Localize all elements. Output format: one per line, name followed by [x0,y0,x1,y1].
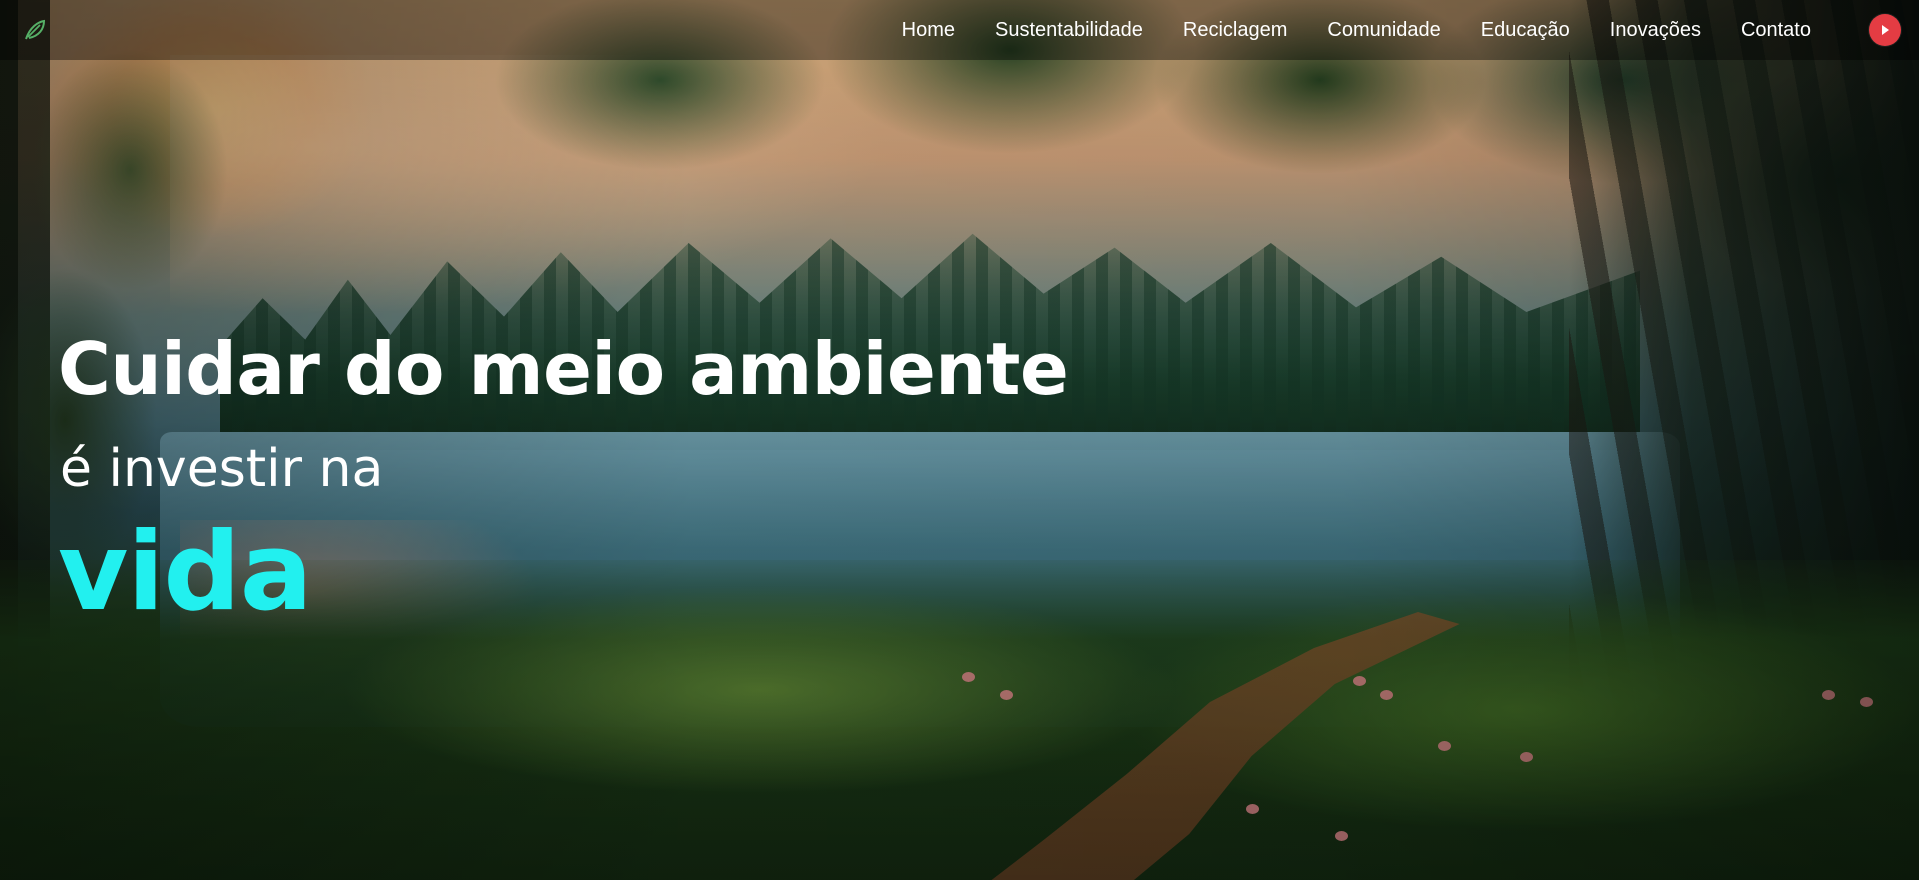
hero-title-line-2: é investir na [60,439,384,499]
play-icon [1882,25,1889,35]
nav-inovacoes[interactable]: Inovações [1610,19,1701,42]
nav-sustentabilidade[interactable]: Sustentabilidade [995,19,1143,42]
nav-home[interactable]: Home [902,19,955,42]
hero-title-accent: vida [58,510,313,635]
leaf-icon[interactable] [20,15,50,45]
hero-headline: Cuidar do meio ambiente é investir na vi… [58,327,1069,635]
nav-educacao[interactable]: Educação [1481,19,1570,42]
top-navbar: Home Sustentabilidade Reciclagem Comunid… [0,0,1919,60]
nav-comunidade[interactable]: Comunidade [1327,19,1440,42]
nav-contato[interactable]: Contato [1741,19,1811,42]
hero-section: Home Sustentabilidade Reciclagem Comunid… [0,0,1919,880]
nav-reciclagem[interactable]: Reciclagem [1183,19,1287,42]
hero-title-line-1: Cuidar do meio ambiente [58,327,1069,411]
play-button[interactable] [1869,14,1901,46]
main-navigation: Home Sustentabilidade Reciclagem Comunid… [902,0,1811,60]
